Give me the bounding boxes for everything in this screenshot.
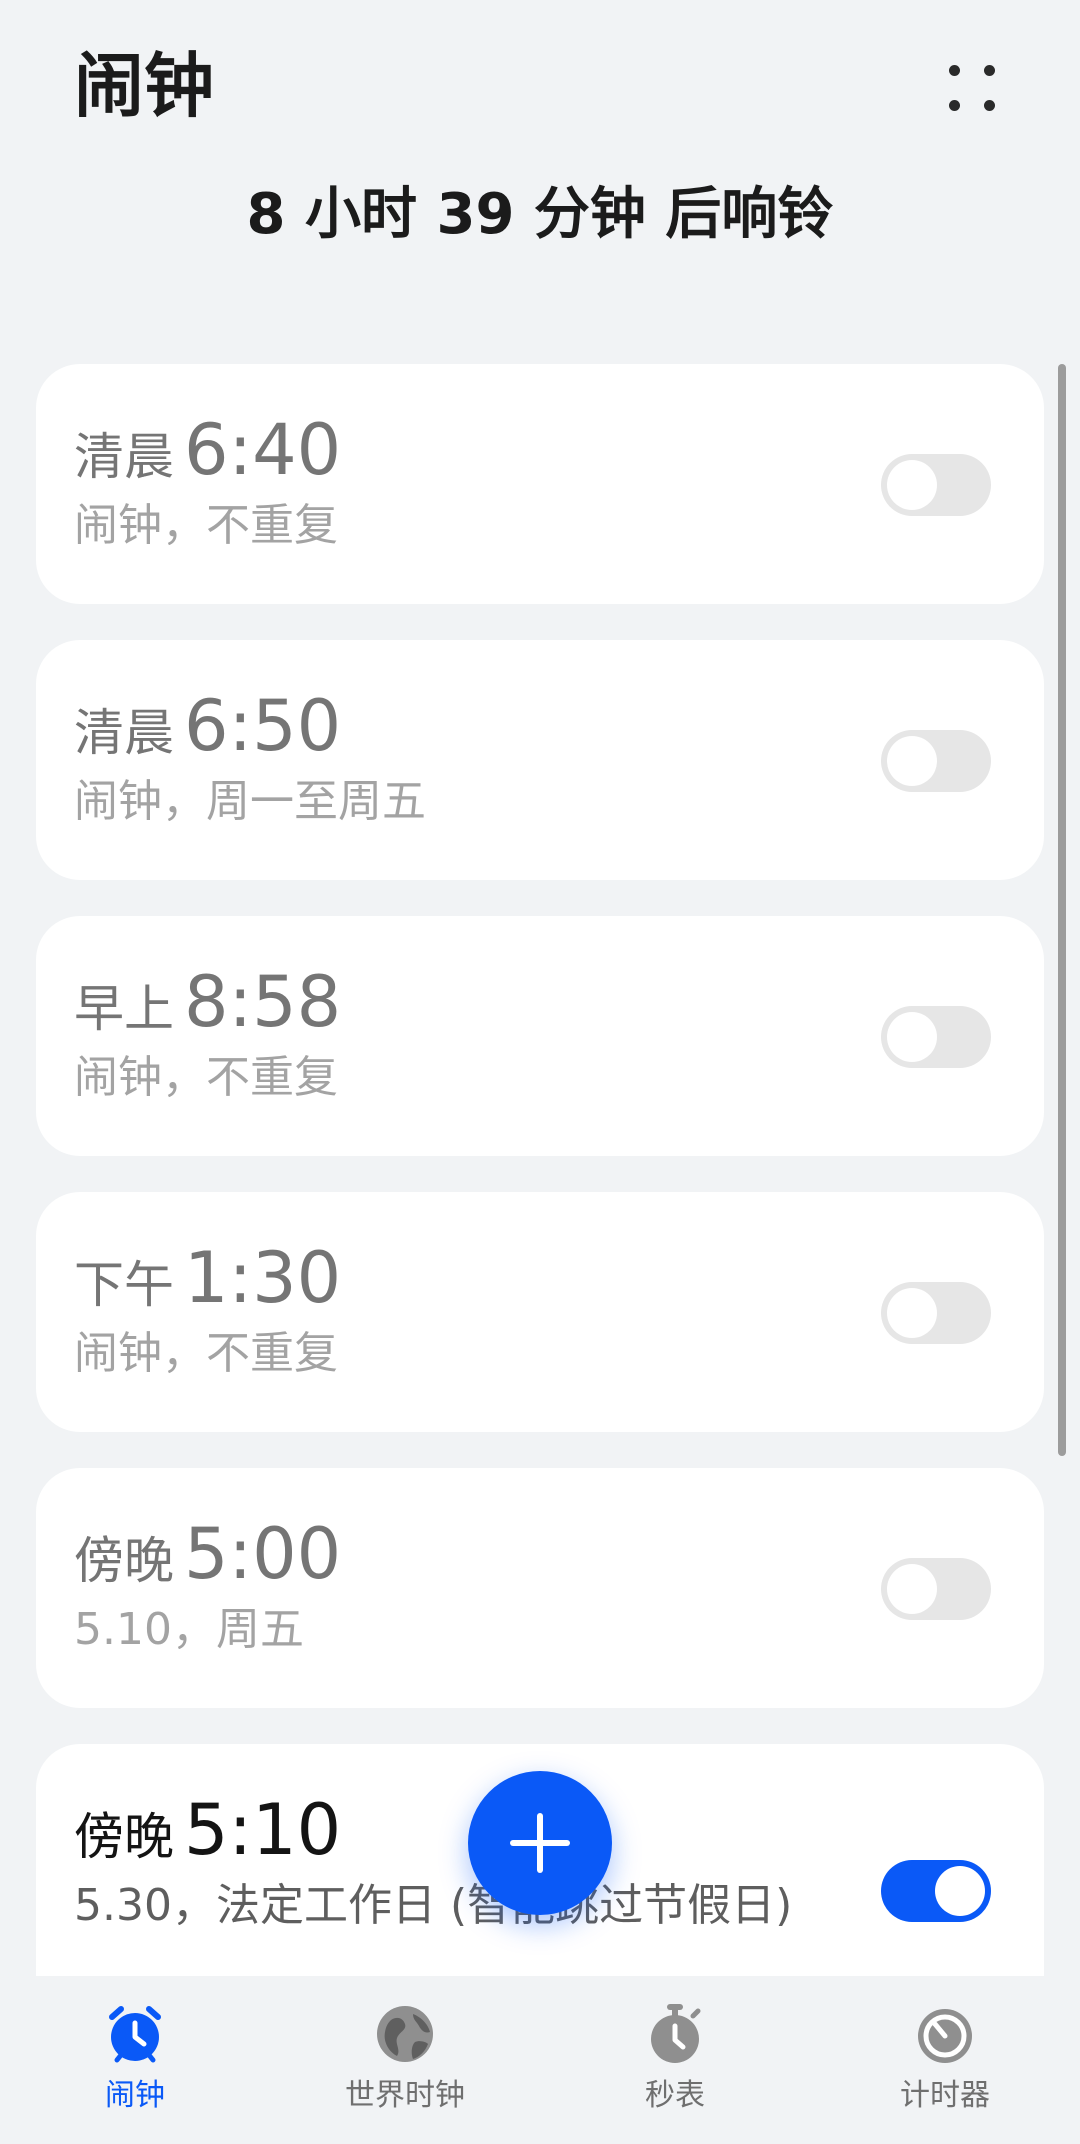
alarm-period: 清晨 [74,704,174,762]
alarm-time: 早上 8:58 [74,962,341,1061]
alarm-card[interactable]: 早上 8:58 闹钟，不重复 [36,916,1044,1156]
alarm-period: 清晨 [74,428,174,486]
alarm-toggle[interactable] [881,1558,991,1620]
alarm-list[interactable]: 清晨 6:40 闹钟，不重复 清晨 6:50 闹钟，周一至周五 早上 8:58 闹钟，… [36,364,1044,1976]
alarm-clock-time: 5:10 [184,1789,342,1871]
more-dot [949,65,960,76]
alarm-subtitle: 5.30，法定工作日 (智能跳过节假日) [74,1880,793,1931]
alarm-toggle[interactable] [881,1860,991,1922]
toggle-knob [887,1288,937,1338]
timer-icon [918,2009,972,2063]
toggle-knob [887,460,937,510]
bottom-navigation: 闹钟 世界时钟 秒表 计时器 [0,1976,1080,2144]
alarm-time: 傍晚 5:10 [74,1790,341,1889]
alarm-subtitle: 闹钟，不重复 [74,500,338,551]
alarm-card[interactable]: 清晨 6:40 闹钟，不重复 [36,364,1044,604]
alarm-time: 清晨 6:40 [74,410,341,509]
alarm-subtitle: 5.10，周五 [74,1604,304,1655]
more-dot [984,100,995,111]
globe-icon [377,2006,433,2062]
more-options-button[interactable] [940,56,1004,120]
alarm-clock-time: 6:40 [184,409,342,491]
alarm-clock-time: 1:30 [184,1237,342,1319]
tab-alarm[interactable]: 闹钟 [0,2002,270,2122]
more-dot [984,65,995,76]
tab-label: 世界时钟 [345,2078,465,2113]
alarm-toggle[interactable] [881,454,991,516]
alarm-time: 傍晚 5:00 [74,1514,341,1613]
stopwatch-icon [651,2004,701,2063]
alarm-toggle[interactable] [881,730,991,792]
tab-label: 计时器 [900,2078,990,2113]
tab-label: 秒表 [645,2078,705,2113]
alarm-card[interactable]: 清晨 6:50 闹钟，周一至周五 [36,640,1044,880]
toggle-knob [887,1564,937,1614]
alarm-card[interactable]: 下午 1:30 闹钟，不重复 [36,1192,1044,1432]
alarm-subtitle: 闹钟，不重复 [74,1328,338,1379]
alarm-clock-time: 8:58 [184,961,342,1043]
more-dot [949,100,960,111]
alarm-period: 傍晚 [74,1532,174,1590]
alarm-period: 下午 [74,1256,174,1314]
alarm-period: 傍晚 [74,1808,174,1866]
alarm-toggle[interactable] [881,1282,991,1344]
alarm-screen: 闹钟 8 小时 39 分钟 后响铃 清晨 6:40 闹钟，不重复 清晨 6:50 闹… [0,0,1080,2144]
toggle-knob [887,1012,937,1062]
plus-icon [537,1813,543,1873]
tab-label: 闹钟 [105,2078,165,2113]
tab-world-clock[interactable]: 世界时钟 [270,2002,540,2122]
tab-timer[interactable]: 计时器 [810,2002,1080,2122]
tab-stopwatch[interactable]: 秒表 [540,2002,810,2122]
alarm-clock-time: 6:50 [184,685,342,767]
alarm-subtitle: 闹钟，不重复 [74,1052,338,1103]
alarm-clock-icon [109,2006,161,2063]
alarm-time: 清晨 6:50 [74,686,341,785]
next-ring-countdown: 8 小时 39 分钟 后响铃 [246,182,834,247]
toggle-knob [887,736,937,786]
alarm-card[interactable]: 傍晚 5:00 5.10，周五 [36,1468,1044,1708]
alarm-time: 下午 1:30 [74,1238,341,1337]
alarm-clock-time: 5:00 [184,1513,342,1595]
scrollbar[interactable] [1058,364,1066,1456]
page-title: 闹钟 [74,45,214,127]
alarm-period: 早上 [74,980,174,1038]
alarm-subtitle: 闹钟，周一至周五 [74,776,426,827]
alarm-toggle[interactable] [881,1006,991,1068]
add-alarm-button[interactable] [468,1771,612,1915]
toggle-knob [935,1866,985,1916]
